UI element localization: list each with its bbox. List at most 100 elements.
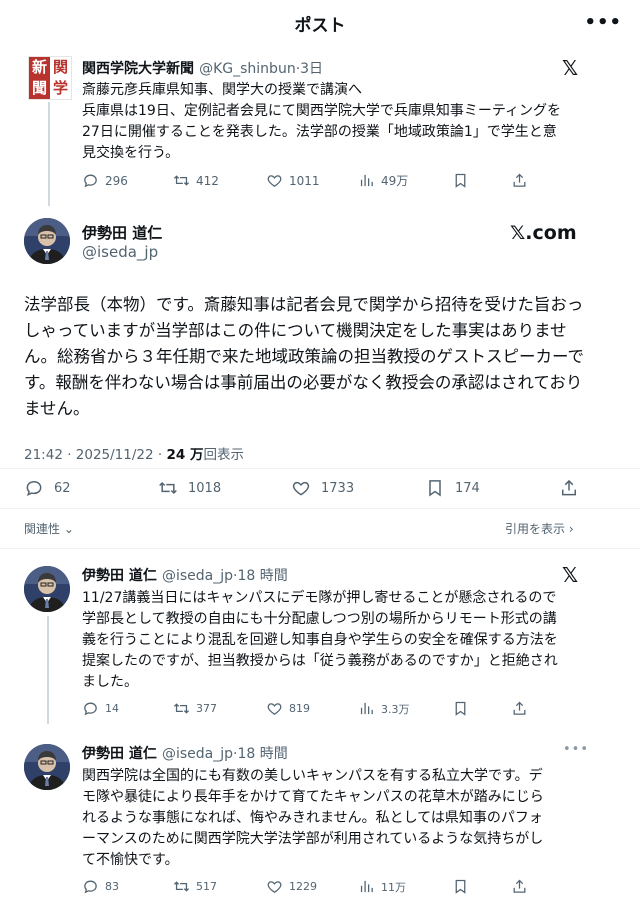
like-icon xyxy=(291,478,311,498)
reply-button[interactable]: 296 xyxy=(82,172,128,189)
share-button[interactable] xyxy=(559,478,579,498)
x-com-label: 𝕏.com xyxy=(510,222,577,244)
reply-icon xyxy=(82,878,99,895)
retweet-icon xyxy=(173,172,190,189)
views-icon xyxy=(358,878,375,895)
tweet-metadata: 21:42 · 2025/11/22 · 24 万回表示 xyxy=(24,443,244,463)
share-icon xyxy=(559,478,579,498)
bookmark-button[interactable] xyxy=(452,700,469,717)
like-icon xyxy=(266,878,283,895)
bookmark-button[interactable]: 174 xyxy=(425,478,480,498)
share-button[interactable] xyxy=(511,878,528,895)
view-count: 24 万 xyxy=(166,447,204,463)
tweet-text-line: しゃっていますが当学部はこの件について機関決定をした事実はありませ xyxy=(24,321,567,340)
like-button[interactable]: 819 xyxy=(266,700,310,717)
reply-icon xyxy=(82,700,99,717)
bookmark-icon xyxy=(425,478,445,498)
retweet-icon xyxy=(173,878,190,895)
views-button[interactable]: 49万 xyxy=(358,172,408,189)
views-button[interactable]: 11万 xyxy=(358,878,406,895)
tweet-text-line: 法学部長（本物）です。斎藤知事は記者会見で関学から招待を受けた旨おっ xyxy=(24,295,584,314)
author-handle[interactable]: @iseda_jp xyxy=(162,568,233,584)
parent-tweet-avatar[interactable]: 新 関 聞 学 xyxy=(28,56,72,100)
retweet-button[interactable]: 412 xyxy=(173,172,219,189)
like-icon xyxy=(266,172,283,189)
share-icon xyxy=(511,878,528,895)
sort-relevance-button[interactable]: 関連性 ⌄ xyxy=(24,520,74,537)
share-icon xyxy=(511,172,528,189)
tweet-text-line: ーマンスのために関西学院大学法学部が利用されているような気持ちがし xyxy=(82,831,544,847)
profile-photo-icon xyxy=(24,744,70,790)
tweet-text-line: 関西学院は全国的にも有数の美しいキャンパスを有する私立大学です。デ xyxy=(82,768,543,784)
author-name[interactable]: 伊勢田 道仁 xyxy=(82,222,162,243)
x-logo-icon: 𝕏 xyxy=(562,563,579,587)
author-name[interactable]: 関西学院大学新聞 xyxy=(82,61,194,77)
avatar[interactable] xyxy=(24,744,70,790)
retweet-button[interactable]: 517 xyxy=(173,878,217,895)
author-name[interactable]: 伊勢田 道仁 xyxy=(82,746,157,762)
tweet-time[interactable]: 18 時間 xyxy=(237,568,287,584)
bookmark-icon xyxy=(452,878,469,895)
tweet-text-line: 見交換を行う。 xyxy=(82,145,180,161)
reply-button[interactable]: 83 xyxy=(82,878,119,895)
retweet-button[interactable]: 1018 xyxy=(158,478,221,498)
avatar-char: 聞 xyxy=(29,78,50,99)
views-icon xyxy=(358,700,375,717)
tweet-text-line: ません。 xyxy=(24,399,90,418)
thread-line xyxy=(47,616,49,724)
profile-photo-icon xyxy=(24,218,70,264)
profile-photo-icon xyxy=(24,566,70,612)
reply-button[interactable]: 14 xyxy=(82,700,119,717)
reply-body: 11/27講義当日にはキャンパスにデモ隊が押し寄せることが懸念されるので 学部長… xyxy=(82,588,602,693)
avatar[interactable] xyxy=(24,218,70,264)
tweet-text-line: ん。総務省から３年任期で来た地域政策論の担当教授のゲストスピーカーで xyxy=(24,347,585,366)
bookmark-button[interactable] xyxy=(452,172,469,189)
author-handle[interactable]: @iseda_jp xyxy=(162,746,233,762)
author-name[interactable]: 伊勢田 道仁 xyxy=(82,568,157,584)
retweet-button[interactable]: 377 xyxy=(173,700,217,717)
tweet-text-line: 斎藤元彦兵庫県知事、関学大の授業で講演へ xyxy=(82,82,362,98)
reply-header: 伊勢田 道仁 @iseda_jp·18 時間 xyxy=(82,568,288,584)
author-handle[interactable]: @KG_shinbun xyxy=(199,61,296,77)
bookmark-button[interactable] xyxy=(452,878,469,895)
like-button[interactable]: 1011 xyxy=(266,172,320,189)
views-button[interactable]: 3.3万 xyxy=(358,700,410,717)
avatar[interactable] xyxy=(24,566,70,612)
reply-button[interactable]: 62 xyxy=(24,478,71,498)
thread-line xyxy=(48,102,50,206)
tweet-text-line: す。報酬を伴わない場合は事前届出の必要がなく教授会の承認はされており xyxy=(24,373,583,392)
share-button[interactable] xyxy=(511,700,528,717)
more-options-icon[interactable]: ••• xyxy=(563,742,589,757)
divider xyxy=(0,548,640,549)
tweet-text-line: 27日に開催することを発表した。法学部の授業「地域政策論1」で学生と意 xyxy=(82,124,557,140)
tweet-text-line: 提案したのですが、担当教授からは「従う義務があるのですか」と拒絶され xyxy=(82,653,558,669)
tweet-text-line: 学部長として教授の自由にも十分配慮しつつ別の場所からリモート形式の講 xyxy=(82,611,557,627)
retweet-icon xyxy=(173,700,190,717)
x-logo-icon: 𝕏 xyxy=(562,56,579,80)
reply-header: 伊勢田 道仁 @iseda_jp·18 時間 xyxy=(82,746,288,762)
share-button[interactable] xyxy=(511,172,528,189)
parent-tweet-body: 斎藤元彦兵庫県知事、関学大の授業で講演へ 兵庫県は19日、定例記者会見にて関西学… xyxy=(82,80,602,164)
view-count-label: 回表示 xyxy=(203,447,244,463)
tweet-text-line: 義を行うことにより混乱を回避し知事自身や学生らの安全を確保する方法を xyxy=(82,632,558,648)
tweet-time[interactable]: 18 時間 xyxy=(237,746,287,762)
parent-tweet-header: 関西学院大学新聞 @KG_shinbun·3日 xyxy=(82,61,324,77)
author-handle[interactable]: @iseda_jp xyxy=(82,243,158,261)
tweet-time[interactable]: 3日 xyxy=(300,61,323,77)
divider xyxy=(0,468,640,469)
like-button[interactable]: 1733 xyxy=(291,478,354,498)
views-icon xyxy=(358,172,375,189)
reply-icon xyxy=(24,478,44,498)
reply-body: 関西学院は全国的にも有数の美しいキャンパスを有する私立大学です。デ モ隊や暴徒に… xyxy=(82,766,602,871)
view-quotes-button[interactable]: 引用を表示 › xyxy=(505,520,574,537)
share-icon xyxy=(511,700,528,717)
like-button[interactable]: 1229 xyxy=(266,878,317,895)
bookmark-icon xyxy=(452,700,469,717)
tweet-text-line: ました。 xyxy=(82,674,138,690)
chevron-down-icon: ⌄ xyxy=(63,522,74,536)
avatar-char: 新 xyxy=(29,57,50,78)
avatar-char: 関 xyxy=(52,58,68,76)
more-options-icon[interactable]: ••• xyxy=(584,12,622,33)
timestamp[interactable]: 21:42 · 2025/11/22 · xyxy=(24,447,166,463)
bookmark-icon xyxy=(452,172,469,189)
